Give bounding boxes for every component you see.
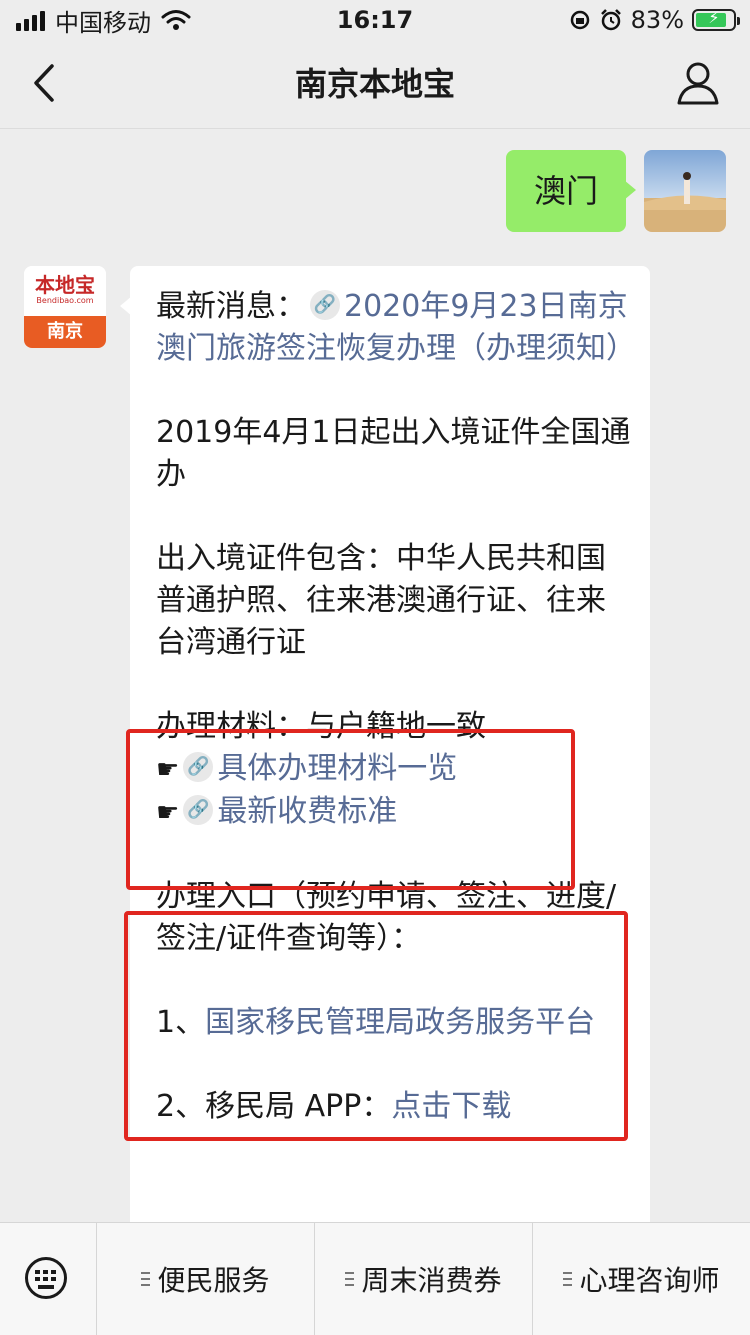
my-avatar[interactable]: [644, 150, 726, 232]
highlight-box-materials: [126, 729, 575, 890]
news-paragraph: 最新消息： 🔗 2020年9月23日南京澳门旅游签注恢复办理（办理须知）: [156, 289, 636, 366]
official-account-avatar[interactable]: 本地宝 Bendibao.com 南京: [24, 266, 106, 348]
nationwide-paragraph: 2019年4月1日起出入境证件全国通办: [156, 415, 631, 492]
brand-city-label: 南京: [24, 316, 106, 348]
status-bar: 中国移动 16:17 83% ⚡: [0, 0, 750, 40]
menu-item-services[interactable]: 便民服务: [97, 1223, 315, 1335]
menu-item-coupons[interactable]: 周末消费券: [315, 1223, 533, 1335]
bottom-menu: 便民服务 周末消费券 心理咨询师: [0, 1222, 750, 1335]
submenu-icon: [345, 1272, 355, 1286]
keyboard-toggle-button[interactable]: [0, 1223, 97, 1335]
rotation-lock-icon: [570, 10, 589, 30]
documents-paragraph: 出入境证件包含：中华人民共和国普通护照、往来港澳通行证、往来台湾通行证: [156, 541, 606, 660]
profile-icon[interactable]: [674, 58, 722, 108]
battery-percent: 83%: [630, 6, 684, 34]
page-title: 南京本地宝: [294, 65, 455, 103]
keyboard-icon: [25, 1257, 67, 1299]
nav-bar: 南京本地宝: [0, 40, 750, 129]
outgoing-message[interactable]: 澳门: [505, 150, 637, 232]
battery-icon: ⚡: [692, 8, 740, 31]
submenu-icon: [141, 1272, 151, 1286]
alarm-icon: [600, 9, 621, 31]
highlight-box-entry: [124, 911, 628, 1141]
submenu-icon: [563, 1272, 573, 1286]
link-icon: 🔗: [310, 289, 340, 320]
menu-item-counselor[interactable]: 心理咨询师: [533, 1223, 750, 1335]
brand-logo: 本地宝 Bendibao.com: [24, 266, 106, 316]
